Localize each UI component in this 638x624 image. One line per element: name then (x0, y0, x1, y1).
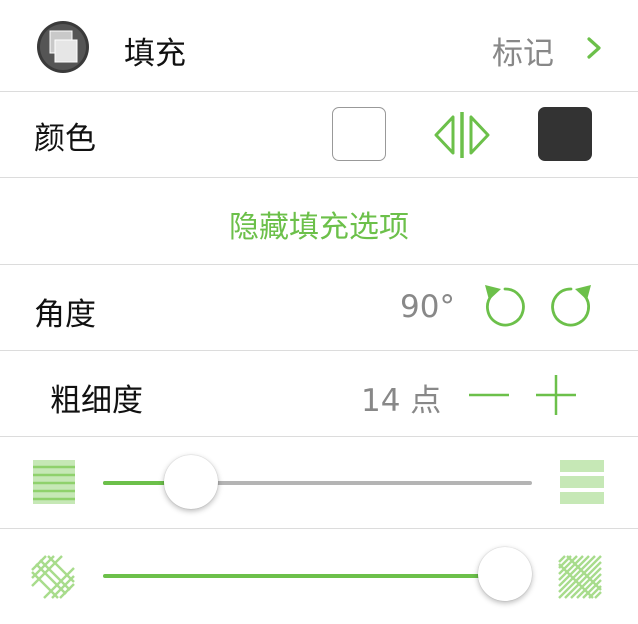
pattern-slider-row (0, 529, 638, 624)
fill-color-swatch-right[interactable] (538, 107, 592, 161)
spacing-slider-thumb[interactable] (164, 455, 218, 509)
pattern-slider-fill[interactable] (103, 574, 508, 578)
weave-pattern-icon (30, 554, 76, 600)
color-label: 颜色 (34, 121, 96, 157)
fill-header-row[interactable]: 填充 标记 (0, 0, 638, 92)
hide-options-row[interactable]: 隐藏填充选项 (0, 178, 638, 265)
plus-icon[interactable] (535, 374, 577, 416)
chevron-right-icon[interactable] (585, 36, 605, 60)
sparse-lines-icon (559, 459, 605, 505)
minus-icon[interactable] (468, 385, 510, 405)
style-link-label[interactable]: 标记 (492, 28, 554, 73)
hide-fill-options-button[interactable]: 隐藏填充选项 (229, 202, 409, 246)
thickness-label: 粗细度 (50, 383, 143, 419)
angle-label: 角度 (34, 297, 96, 333)
angle-value: 90° (400, 289, 455, 325)
dense-lines-icon (32, 459, 76, 505)
diagonal-pattern-icon (557, 554, 603, 600)
spacing-slider-row (0, 437, 638, 529)
color-row: 颜色 (0, 92, 638, 178)
rotate-ccw-icon[interactable] (482, 283, 528, 331)
thickness-value: 14 点 (361, 383, 442, 419)
fill-color-swatch-left[interactable] (332, 107, 386, 161)
pattern-slider-thumb[interactable] (478, 547, 532, 601)
rotate-cw-icon[interactable] (548, 283, 594, 331)
thickness-row: 粗细度 14 点 (0, 351, 638, 437)
fill-style-icon (36, 20, 90, 74)
angle-row: 角度 90° (0, 265, 638, 351)
page-title: 填充 (124, 36, 186, 72)
swap-colors-icon[interactable] (432, 109, 492, 161)
